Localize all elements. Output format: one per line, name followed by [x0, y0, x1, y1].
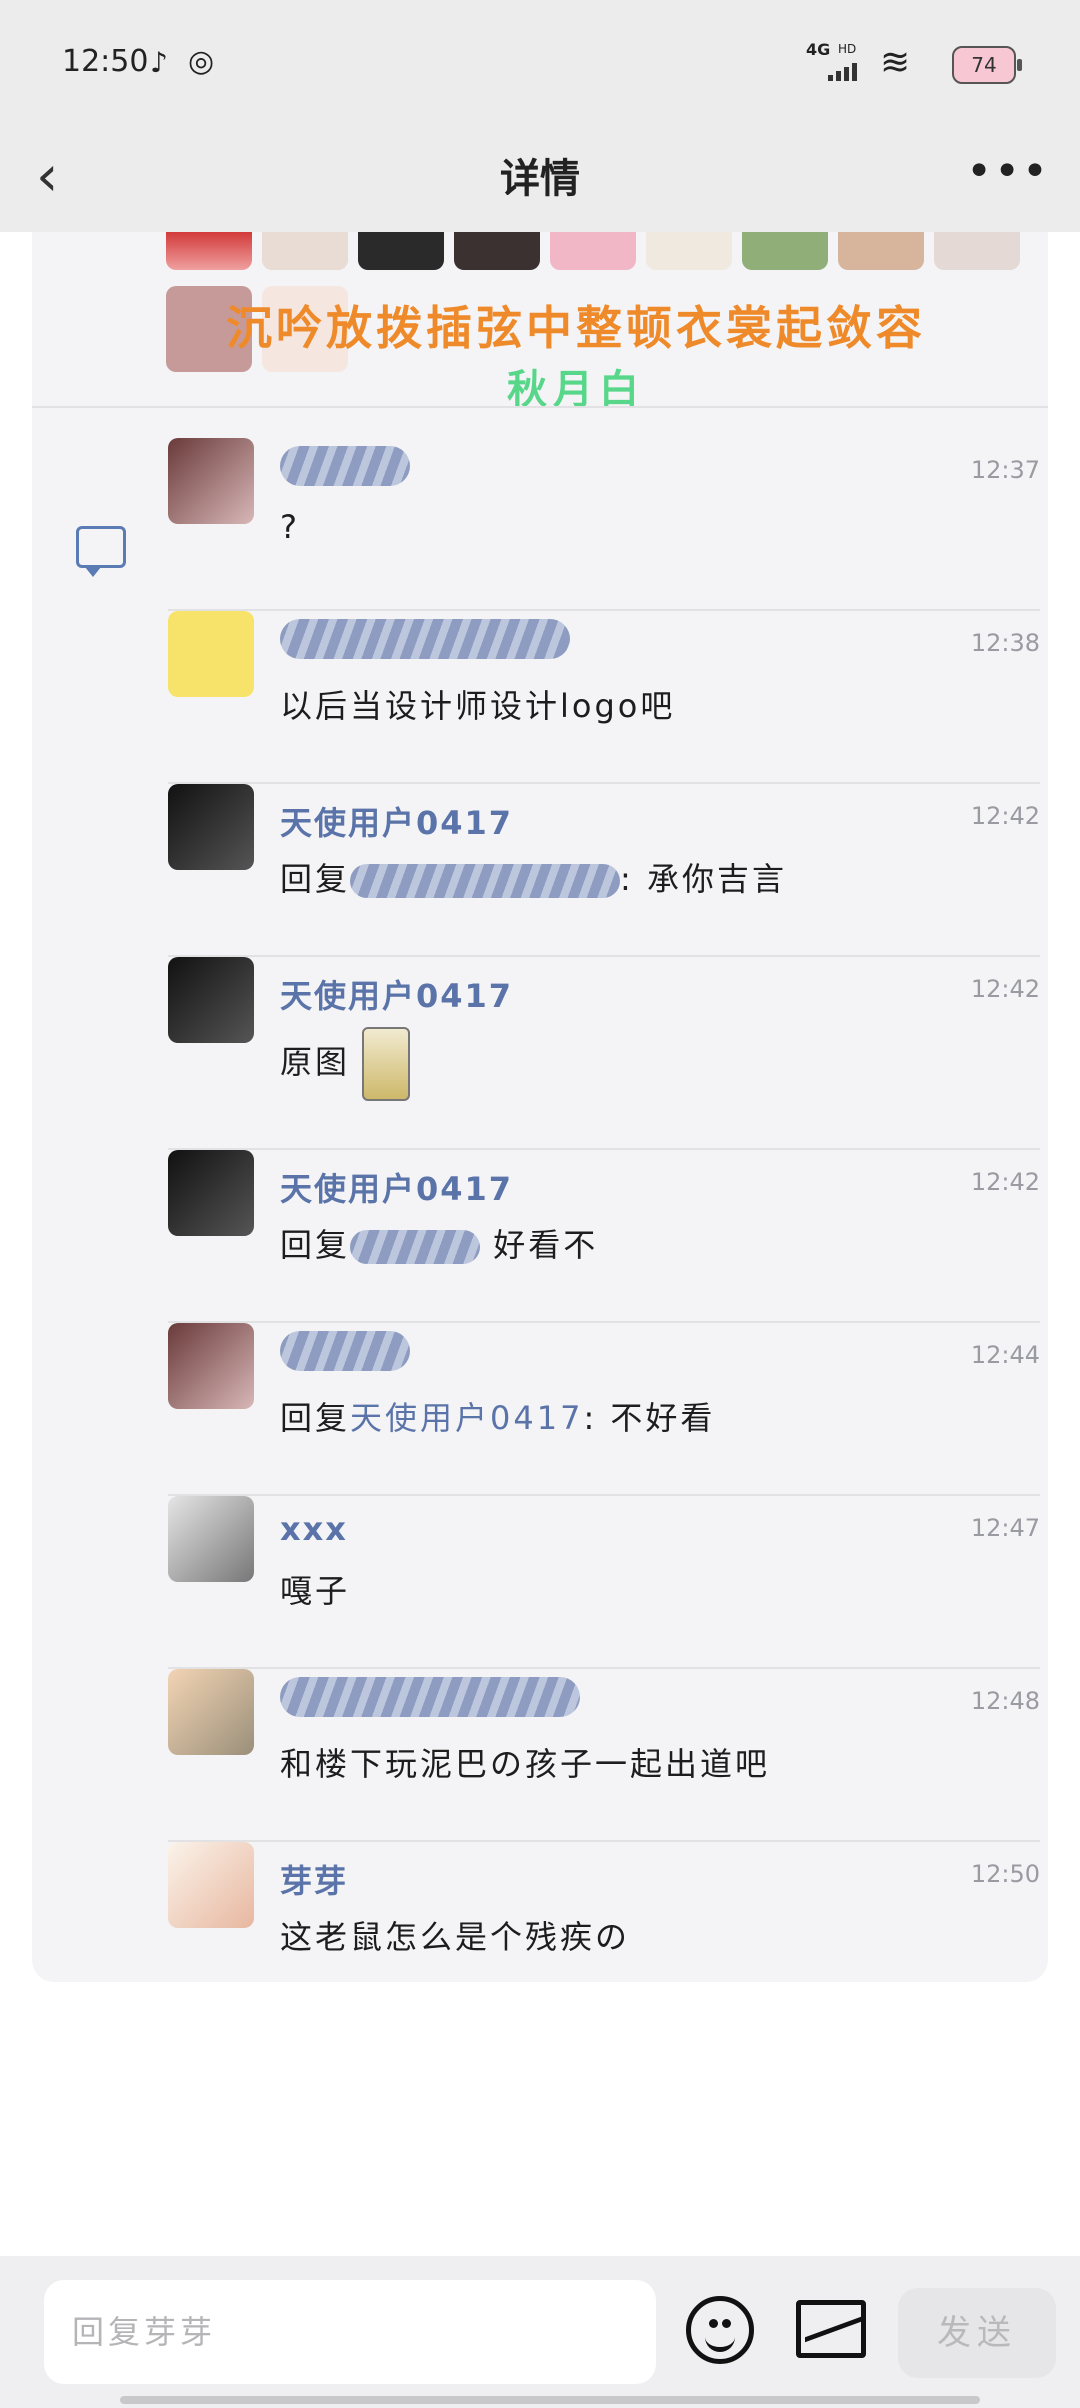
avatar[interactable]	[168, 1323, 254, 1409]
blurred-username[interactable]	[280, 446, 410, 486]
reply-composer: 发送	[0, 2256, 1080, 2408]
nav-bar: ‹ 详情 •••	[0, 126, 1080, 232]
blurred-mention[interactable]	[350, 1230, 481, 1264]
reply-input-wrap[interactable]	[44, 2280, 656, 2384]
timestamp: 12:50	[970, 1860, 1040, 1888]
list-item[interactable]: 天使用户0417 12:42 回复 好看不	[168, 1150, 1040, 1323]
avatar[interactable]	[168, 611, 254, 697]
signal-bars-icon	[828, 62, 860, 81]
signal-indicator: 4G HD	[806, 40, 866, 90]
blurred-mention[interactable]	[350, 864, 621, 898]
status-bar: 12:50 ♪ ◎ 4G HD ≋ 74	[0, 0, 1080, 126]
username[interactable]: 天使用户0417	[280, 798, 513, 844]
avatar[interactable]	[262, 232, 348, 270]
timestamp: 12:42	[970, 802, 1040, 830]
blurred-username[interactable]	[280, 619, 570, 659]
list-item[interactable]: 天使用户0417 12:42 原图	[168, 957, 1040, 1150]
list-item[interactable]: 12:44 回复天使用户0417: 不好看	[168, 1323, 1040, 1496]
weibo-icon: ◎	[188, 44, 215, 79]
page-title: 详情	[500, 156, 580, 202]
avatar[interactable]	[454, 232, 540, 270]
battery-icon: 74	[952, 46, 1022, 84]
username[interactable]: 芽芽	[280, 1856, 348, 1902]
avatar[interactable]	[168, 784, 254, 870]
blurred-username[interactable]	[280, 1677, 580, 1717]
avatar[interactable]	[168, 1150, 254, 1236]
image-thumbnail[interactable]	[362, 1027, 411, 1101]
divider	[32, 406, 1048, 408]
list-item[interactable]: 12:37 ?	[168, 438, 1040, 611]
overlay-text: 沉吟放拨插弦中整顿衣裳起敛容	[226, 301, 926, 355]
reply-prefix: 回复	[280, 860, 351, 898]
status-time: 12:50	[62, 44, 149, 79]
list-item[interactable]: 12:38 以后当设计师设计logo吧	[168, 611, 1040, 784]
avatar[interactable]	[166, 232, 252, 270]
reply-suffix: 好看不	[480, 1226, 599, 1264]
reply-text: ?	[280, 508, 300, 546]
reply-text: 嘎子	[280, 1572, 351, 1610]
username[interactable]: 天使用户0417	[280, 971, 513, 1017]
blurred-username[interactable]	[280, 1331, 410, 1371]
avatar[interactable]	[646, 232, 732, 270]
reply-text: 回复天使用户0417: 不好看	[280, 1393, 715, 1439]
reply-suffix: : 不好看	[583, 1399, 716, 1437]
reply-text: 以后当设计师设计logo吧	[280, 687, 676, 725]
timestamp: 12:38	[970, 629, 1040, 657]
avatar[interactable]	[934, 232, 1020, 270]
timestamp: 12:42	[970, 975, 1040, 1003]
reply-text: 回复 : 承你吉言	[280, 854, 787, 900]
emoji-icon[interactable]	[686, 2296, 754, 2364]
reply-text: 和楼下玩泥巴の孩子一起出道吧	[280, 1745, 771, 1783]
send-button[interactable]: 发送	[898, 2288, 1056, 2378]
wifi-icon: ≋	[880, 42, 911, 83]
avatar[interactable]	[358, 232, 444, 270]
comment-detail-card: 沉吟放拨插弦中整顿衣裳起敛容 秋月白 12:37 ? 12:38 以后当设计师设…	[32, 232, 1048, 1982]
more-options-icon[interactable]: •••	[966, 146, 1050, 197]
reply-body: 原图	[280, 1043, 351, 1081]
image-icon[interactable]	[796, 2300, 866, 2358]
list-item[interactable]: xxx 12:47 嘎子	[168, 1496, 1040, 1669]
username[interactable]: xxx	[280, 1510, 348, 1548]
hd-label: HD	[838, 42, 857, 56]
timestamp: 12:37	[970, 456, 1040, 484]
list-item[interactable]: 12:48 和楼下玩泥巴の孩子一起出道吧	[168, 1669, 1040, 1842]
avatar[interactable]	[168, 957, 254, 1043]
tiktok-icon: ♪	[150, 46, 168, 79]
avatar[interactable]	[742, 232, 828, 270]
list-item[interactable]: 芽芽 12:50 这老鼠怎么是个残疾の	[168, 1842, 1040, 1982]
avatar[interactable]	[168, 438, 254, 524]
timestamp: 12:47	[970, 1514, 1040, 1542]
avatar[interactable]	[838, 232, 924, 270]
username[interactable]: 天使用户0417	[280, 1164, 513, 1210]
mention-link[interactable]: 天使用户0417	[350, 1399, 583, 1437]
avatar[interactable]	[550, 232, 636, 270]
avatar[interactable]	[168, 1496, 254, 1582]
timestamp: 12:44	[970, 1341, 1040, 1369]
avatar[interactable]	[168, 1842, 254, 1928]
reply-suffix: : 承你吉言	[620, 860, 787, 898]
avatar[interactable]	[168, 1669, 254, 1755]
reply-input[interactable]	[44, 2280, 656, 2384]
timestamp: 12:42	[970, 1168, 1040, 1196]
home-indicator	[120, 2396, 980, 2404]
reply-text: 原图	[280, 1027, 411, 1101]
reply-text: 这老鼠怎么是个残疾の	[280, 1918, 631, 1956]
reply-text: 回复 好看不	[280, 1220, 598, 1266]
reply-prefix: 回复	[280, 1399, 351, 1437]
battery-level: 74	[971, 53, 997, 77]
timestamp: 12:48	[970, 1687, 1040, 1715]
list-item[interactable]: 天使用户0417 12:42 回复 : 承你吉言	[168, 784, 1040, 957]
comment-icon[interactable]	[76, 526, 126, 577]
reply-prefix: 回复	[280, 1226, 351, 1264]
network-label: 4G	[806, 40, 831, 59]
